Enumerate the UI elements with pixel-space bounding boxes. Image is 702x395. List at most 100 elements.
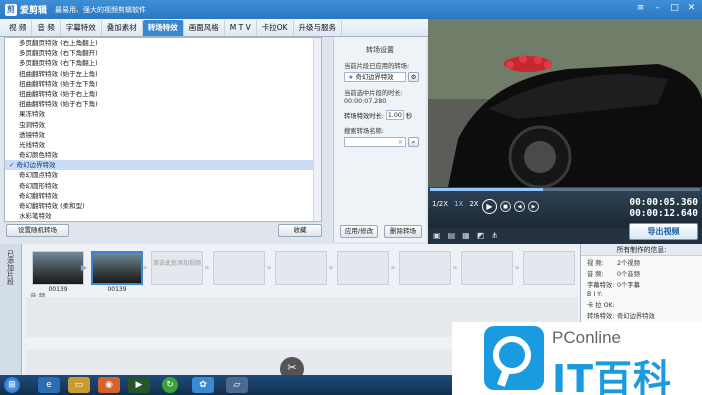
transition-arrow-icon[interactable]: » — [203, 251, 211, 285]
transition-time-unit: 秒 — [405, 112, 413, 120]
list-item[interactable]: 扭曲翻转特效 (始于右下角) — [5, 99, 321, 109]
app-icon[interactable]: ↻ — [162, 377, 178, 393]
transition-arrow-icon[interactable]: » — [327, 251, 335, 285]
transition-arrow-icon[interactable]: » — [389, 251, 397, 285]
info-row: 视 频: 2个视频 — [587, 258, 702, 267]
empty-slot[interactable] — [213, 251, 265, 285]
speed-half[interactable]: 1/2X — [432, 200, 448, 208]
list-scrollbar[interactable] — [313, 38, 321, 221]
watermark: PConline IT百科 — [452, 322, 702, 395]
play-icon[interactable]: ▶ — [482, 199, 497, 214]
stop-icon[interactable]: ■ — [500, 201, 511, 212]
info-title: 所有制作的信息: — [581, 244, 702, 256]
video-preview[interactable] — [428, 19, 702, 187]
list-item[interactable]: 透镜特效 — [5, 130, 321, 140]
list-item[interactable]: 果冻特效 — [5, 109, 321, 119]
settings-icon[interactable]: ◩ — [477, 231, 485, 240]
info-value: 2个视频 — [617, 260, 640, 267]
list-item[interactable]: 奇幻翻转特效 — [5, 191, 321, 201]
timeline-clip[interactable] — [32, 251, 84, 285]
ie-icon[interactable]: e — [38, 377, 60, 393]
open-folder-icon[interactable]: ▤ — [448, 231, 456, 240]
empty-slot[interactable] — [275, 251, 327, 285]
windows-taskbar: ⊞ e ▭ ◉ ▶ ↻ ✿ ▱ — [0, 375, 460, 395]
list-item[interactable]: 奇幻圆形特效 — [5, 181, 321, 191]
transition-arrow-icon[interactable]: » — [513, 251, 521, 285]
tab-video[interactable]: 视 频 — [4, 20, 33, 36]
window-icon[interactable]: ▱ — [226, 377, 248, 393]
search-input[interactable]: × — [344, 137, 406, 147]
list-item[interactable]: 多页翻页特效 (右下角翻上) — [5, 58, 321, 68]
list-item[interactable]: 虫洞特效 — [5, 120, 321, 130]
info-key: 字幕特效: — [587, 282, 615, 289]
aijianji-taskbar-icon[interactable]: ✿ — [192, 377, 214, 393]
tab-karaoke[interactable]: 卡拉OK — [257, 20, 294, 36]
search-icon[interactable]: ⌕ — [408, 137, 419, 147]
empty-slot[interactable] — [399, 251, 451, 285]
list-item[interactable]: 多页翻页特效 (右上角翻上) — [5, 38, 321, 48]
speed-normal[interactable]: 1X — [454, 200, 463, 208]
list-item[interactable]: 奇幻翻转特效 (柔和型) — [5, 201, 321, 211]
close-icon[interactable]: ✕ — [685, 3, 698, 15]
share-icon[interactable]: ⋔ — [491, 231, 498, 240]
list-item[interactable]: 奇幻颜色特效 — [5, 150, 321, 160]
list-item-selected[interactable]: ✓ 奇幻边界特效 — [5, 160, 321, 171]
firefox-icon[interactable]: ◉ — [98, 377, 120, 393]
list-item[interactable]: 水彩笔特效 — [5, 211, 321, 221]
next-frame-icon[interactable]: ▶ — [528, 201, 539, 212]
save-icon[interactable]: ▦ — [462, 231, 470, 240]
apply-button[interactable]: 应用/修改 — [340, 225, 378, 238]
start-icon[interactable]: ⊞ — [4, 377, 20, 393]
brand-sub: IT百科 — [552, 357, 673, 395]
list-item[interactable]: 奇幻圆点特效 — [5, 170, 321, 180]
list-item[interactable]: 多页翻页特效 (右下角翻开) — [5, 48, 321, 58]
search-label: 搜索转场名称: — [344, 128, 384, 135]
empty-slot[interactable] — [523, 251, 575, 285]
delete-transition-button[interactable]: 删除转场 — [384, 225, 422, 238]
add-video-placeholder[interactable]: 双击此处添加视频 — [151, 251, 203, 285]
list-item[interactable]: 扭曲翻转特效 (始于左上角) — [5, 69, 321, 79]
duration-value: 00:00:07.280 — [344, 98, 387, 105]
prev-frame-icon[interactable]: ◀ — [514, 201, 525, 212]
favorite-button[interactable]: 收藏 — [278, 224, 322, 237]
tab-overlay[interactable]: 叠加素材 — [102, 20, 143, 36]
tab-transitions[interactable]: 转场特效 — [142, 20, 184, 36]
timeline-clip-selected[interactable] — [91, 251, 143, 285]
check-icon: ✓ — [9, 161, 17, 170]
tab-styles[interactable]: 画面风格 — [184, 20, 225, 36]
settings-gear-icon[interactable]: ⚙ — [408, 72, 419, 82]
transition-arrow-icon[interactable]: » — [265, 251, 273, 285]
list-item[interactable]: 光线特效 — [5, 140, 321, 150]
transition-time-input[interactable]: 1.00 — [385, 110, 404, 120]
minimize-icon[interactable]: – — [651, 3, 664, 15]
empty-slot[interactable] — [337, 251, 389, 285]
speed-double[interactable]: 2X — [469, 200, 478, 208]
maximize-icon[interactable]: □ — [668, 3, 681, 15]
tab-audio[interactable]: 音 频 — [32, 20, 61, 36]
export-video-button[interactable]: 导出视频 — [629, 223, 698, 240]
transition-list[interactable]: 多页翻页特效 (右上角翻上) 多页翻页特效 (右下角翻开) 多页翻页特效 (右下角翻… — [4, 37, 322, 222]
info-row: 转场特效: 奇幻边界特效 — [587, 311, 702, 320]
tab-subtitle-effects[interactable]: 字幕特效 — [61, 20, 102, 36]
list-item[interactable]: 扭曲翻转特效 (始于左下角) — [5, 79, 321, 89]
transition-arrow-icon[interactable]: » — [141, 251, 149, 285]
explorer-icon[interactable]: ▭ — [68, 377, 90, 393]
empty-slot[interactable] — [461, 251, 513, 285]
transition-arrow-icon[interactable]: » — [451, 251, 459, 285]
app-title: 爱剪辑 — [20, 6, 48, 16]
info-key: B I Y: — [587, 291, 603, 298]
list-item[interactable]: 扭曲翻转特效 (始于右上角) — [5, 89, 321, 99]
transition-arrow-icon[interactable]: ▶ — [80, 251, 88, 285]
current-time: 00:00:05.360 — [629, 197, 698, 208]
main-tabs: 视 频 音 频 字幕特效 叠加素材 转场特效 画面风格 M T V 卡拉OK 升… — [0, 19, 428, 37]
random-transition-button[interactable]: 设置随机转场 — [6, 224, 69, 237]
media-player-icon[interactable]: ▶ — [128, 377, 150, 393]
snapshot-icon[interactable]: ▣ — [433, 231, 441, 240]
menu-icon[interactable]: ≡ — [634, 3, 647, 15]
tab-upgrade[interactable]: 升级与服务 — [294, 20, 343, 36]
progress-bar[interactable] — [430, 188, 700, 191]
duration-label: 当前选中片段的时长: — [344, 90, 403, 97]
app-slogan: 最易用、强大的视频剪辑软件 — [55, 5, 147, 14]
info-row: 音 频: 0个音频 — [587, 269, 702, 278]
tab-mtv[interactable]: M T V — [225, 20, 257, 36]
